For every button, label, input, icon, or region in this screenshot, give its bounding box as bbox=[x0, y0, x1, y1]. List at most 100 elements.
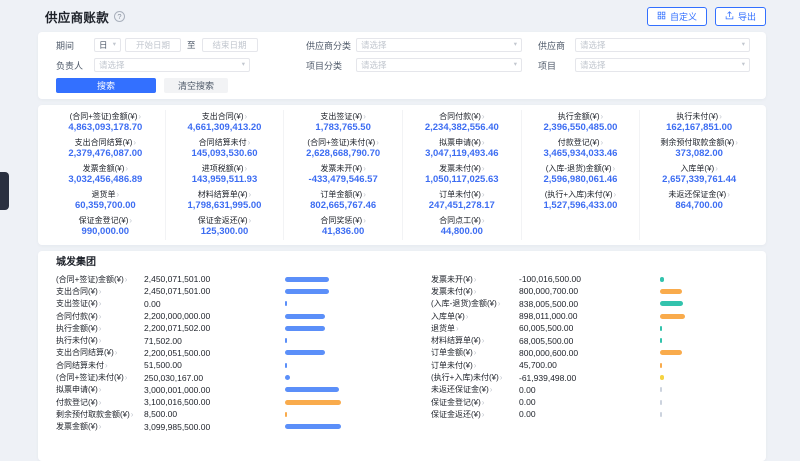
stat-cell[interactable]: 发票未开(¥)›-433,479,546.57 bbox=[283, 162, 402, 188]
stat-cell[interactable]: 支出合同(¥)›4,661,309,413.20 bbox=[165, 110, 284, 136]
metric-bar bbox=[660, 387, 662, 392]
report-row: 订单金额(¥)›800,000,600.00 bbox=[431, 347, 748, 359]
clear-search-button[interactable]: 清空搜索 bbox=[164, 78, 228, 93]
chevron-right-icon: › bbox=[125, 164, 128, 173]
stat-cell[interactable]: 支出签证(¥)›1,783,765.50 bbox=[283, 110, 402, 136]
metric-bar-track bbox=[285, 387, 373, 392]
metric-label[interactable]: 支出合同结算(¥)› bbox=[56, 347, 144, 358]
metric-label[interactable]: 退货单› bbox=[431, 323, 519, 334]
stat-label: 支出合同结算(¥)› bbox=[48, 138, 163, 147]
chevron-right-icon: › bbox=[131, 410, 134, 419]
supplier-label: 供应商 bbox=[538, 39, 575, 52]
stat-cell[interactable]: 合同结算未付›145,093,530.60 bbox=[165, 136, 284, 162]
metric-label[interactable]: 剩余预付取款金额(¥)› bbox=[56, 409, 144, 420]
stat-cell[interactable]: (合同+签证)未付(¥)›2,628,668,790.70 bbox=[283, 136, 402, 162]
end-date-input[interactable]: 结束日期 bbox=[202, 38, 258, 52]
stat-label: 执行未付(¥)› bbox=[642, 112, 756, 121]
project-category-select[interactable]: 请选择 ▾ bbox=[356, 58, 522, 72]
group-title[interactable]: 城发集团 bbox=[56, 257, 748, 268]
stat-label: 执行金额(¥)› bbox=[524, 112, 638, 121]
chevron-down-icon: ▾ bbox=[113, 42, 116, 49]
export-button[interactable]: 导出 bbox=[715, 7, 766, 26]
metric-label[interactable]: (合同+签证)未付(¥)› bbox=[56, 372, 144, 383]
help-icon[interactable]: ? bbox=[114, 11, 125, 22]
metric-label[interactable]: (入库-退货)金额(¥)› bbox=[431, 298, 519, 309]
stat-cell[interactable]: 拟票申请(¥)›3,047,119,493.46 bbox=[402, 136, 521, 162]
stat-value: 1,798,631,995.00 bbox=[168, 201, 282, 211]
metric-bar-track bbox=[285, 277, 373, 282]
chevron-right-icon: › bbox=[500, 373, 503, 382]
stat-cell[interactable]: 发票未付(¥)›1,050,117,025.63 bbox=[402, 162, 521, 188]
metric-label[interactable]: 付款登记(¥)› bbox=[56, 397, 144, 408]
stat-cell[interactable]: 退货单›60,359,700.00 bbox=[46, 188, 165, 214]
chevron-down-icon: ▾ bbox=[514, 62, 517, 69]
metric-label[interactable]: 材料结算单(¥)› bbox=[431, 335, 519, 346]
supplier-select[interactable]: 请选择 ▾ bbox=[575, 38, 750, 52]
project-select[interactable]: 请选择 ▾ bbox=[575, 58, 750, 72]
metric-label[interactable]: 订单未付(¥)› bbox=[431, 360, 519, 371]
stat-cell[interactable]: 发票金额(¥)›3,032,456,486.89 bbox=[46, 162, 165, 188]
stat-label: 发票未开(¥)› bbox=[286, 164, 400, 173]
metric-value: 0.00 bbox=[519, 409, 660, 419]
stat-cell[interactable]: 材料结算单(¥)›1,798,631,995.00 bbox=[165, 188, 284, 214]
stat-cell[interactable]: (合同+签证)金额(¥)›4,863,093,178.70 bbox=[46, 110, 165, 136]
metric-label[interactable]: 执行未付(¥)› bbox=[56, 335, 144, 346]
stat-cell[interactable]: 保证金登记(¥)›990,000.00 bbox=[46, 214, 165, 240]
chevron-right-icon: › bbox=[138, 112, 141, 121]
stat-value: 802,665,767.46 bbox=[286, 201, 400, 211]
stat-cell[interactable]: 支出合同结算(¥)›2,379,476,087.00 bbox=[46, 136, 165, 162]
period-unit-select[interactable]: 日 ▾ bbox=[94, 38, 121, 52]
chevron-right-icon: › bbox=[125, 373, 128, 382]
owner-select[interactable]: 请选择 ▾ bbox=[94, 58, 250, 72]
metric-label[interactable]: 未返还保证金(¥)› bbox=[431, 384, 519, 395]
metric-label[interactable]: 合同付款(¥)› bbox=[56, 311, 144, 322]
report-row: 保证金登记(¥)›0.00 bbox=[431, 396, 748, 408]
supplier-category-select[interactable]: 请选择 ▾ bbox=[356, 38, 522, 52]
metric-label[interactable]: 合同结算未付› bbox=[56, 360, 144, 371]
chevron-right-icon: › bbox=[133, 138, 136, 147]
chevron-right-icon: › bbox=[719, 112, 722, 121]
chevron-right-icon: › bbox=[474, 348, 477, 357]
metric-label[interactable]: (合同+签证)金额(¥)› bbox=[56, 274, 144, 285]
metric-value: 800,000,700.00 bbox=[519, 286, 660, 296]
metric-label[interactable]: 执行金额(¥)› bbox=[56, 323, 144, 334]
search-button[interactable]: 搜索 bbox=[56, 78, 156, 93]
metric-label[interactable]: 发票未开(¥)› bbox=[431, 274, 519, 285]
stat-cell[interactable]: 未返还保证金(¥)›864,700.00 bbox=[639, 188, 758, 214]
customize-button[interactable]: 自定义 bbox=[647, 7, 707, 26]
stat-cell[interactable]: (执行+入库)未付(¥)›1,527,596,433.00 bbox=[521, 188, 640, 214]
chevron-right-icon: › bbox=[482, 336, 485, 345]
metric-value: 68,005,500.00 bbox=[519, 336, 660, 346]
stat-cell[interactable]: 合同点工(¥)›44,800.00 bbox=[402, 214, 521, 240]
stat-cell[interactable]: 合同付款(¥)›2,234,382,556.40 bbox=[402, 110, 521, 136]
stat-cell[interactable]: 合同奖惩(¥)›41,836.00 bbox=[283, 214, 402, 240]
stat-cell[interactable]: 进项税额(¥)›143,959,511.93 bbox=[165, 162, 284, 188]
metric-value: 800,000,600.00 bbox=[519, 348, 660, 358]
metric-label[interactable]: 保证金返还(¥)› bbox=[431, 409, 519, 420]
metric-label[interactable]: 发票未付(¥)› bbox=[431, 286, 519, 297]
stat-cell[interactable]: 保证金返还(¥)›125,300.00 bbox=[165, 214, 284, 240]
metric-label[interactable]: 发票金额(¥)› bbox=[56, 421, 144, 432]
chevron-right-icon: › bbox=[116, 190, 119, 199]
stat-cell[interactable]: 订单金额(¥)›802,665,767.46 bbox=[283, 188, 402, 214]
metric-label[interactable]: 支出合同(¥)› bbox=[56, 286, 144, 297]
chevron-right-icon: › bbox=[99, 312, 102, 321]
metric-label[interactable]: 入库单(¥)› bbox=[431, 311, 519, 322]
start-date-input[interactable]: 开始日期 bbox=[125, 38, 181, 52]
metric-label[interactable]: 拟票申请(¥)› bbox=[56, 384, 144, 395]
stat-cell[interactable]: 入库单(¥)›2,657,339,761.44 bbox=[639, 162, 758, 188]
metric-label[interactable]: 订单金额(¥)› bbox=[431, 347, 519, 358]
stat-cell[interactable]: (入库-退货)金额(¥)›2,596,980,061.46 bbox=[521, 162, 640, 188]
stat-cell[interactable]: 执行未付(¥)›162,167,851.00 bbox=[639, 110, 758, 136]
metric-label[interactable]: (执行+入库)未付(¥)› bbox=[431, 372, 519, 383]
stat-cell[interactable]: 付款登记(¥)›3,465,934,033.46 bbox=[521, 136, 640, 162]
metric-label[interactable]: 保证金登记(¥)› bbox=[431, 397, 519, 408]
metric-bar bbox=[660, 326, 662, 331]
stat-cell[interactable]: 剩余预付取款金额(¥)›373,082.00 bbox=[639, 136, 758, 162]
report-row: 发票未付(¥)›800,000,700.00 bbox=[431, 285, 748, 297]
stat-value: 3,047,119,493.46 bbox=[405, 149, 519, 159]
metric-label[interactable]: 支出签证(¥)› bbox=[56, 298, 144, 309]
drawer-toggle[interactable] bbox=[0, 172, 9, 210]
stat-cell[interactable]: 订单未付(¥)›247,451,278.17 bbox=[402, 188, 521, 214]
stat-cell[interactable]: 执行金额(¥)›2,396,550,485.00 bbox=[521, 110, 640, 136]
